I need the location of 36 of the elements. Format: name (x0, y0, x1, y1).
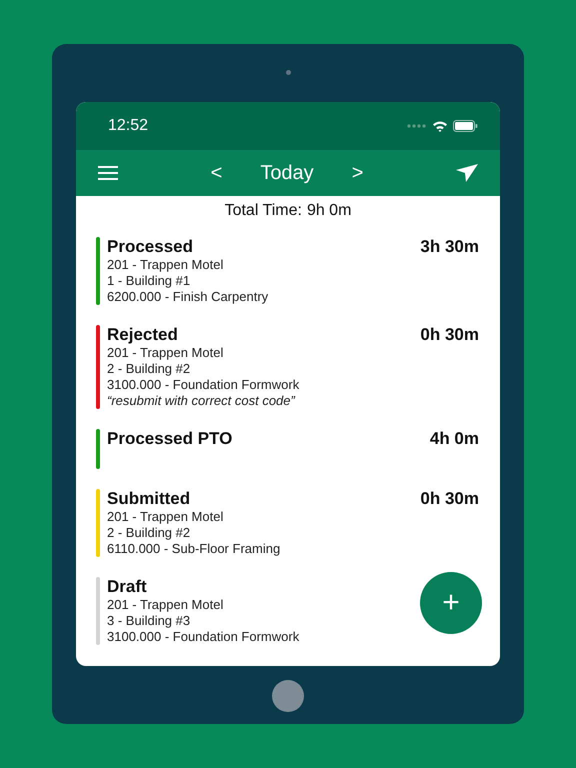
entry-detail: 201 - Trappen Motel (107, 597, 224, 613)
entry-status[interactable]: Draft (107, 577, 147, 597)
date-title: Today (260, 162, 314, 184)
camera-dot (286, 70, 290, 75)
next-day-button[interactable]: > (352, 162, 364, 184)
previous-day-button[interactable]: < (210, 162, 222, 184)
wifi-icon (432, 120, 448, 132)
entry-status[interactable]: Rejected (107, 325, 178, 345)
entry-detail: 6110.000 - Sub-Floor Framing (107, 541, 280, 557)
clock-time: 12:52 (108, 117, 150, 135)
entry-status[interactable]: Submitted (107, 489, 190, 509)
entry-note: “resubmit with correct cost code” (107, 393, 295, 409)
entry-detail: 6200.000 - Finish Carpentry (107, 289, 268, 305)
entry-detail: 1 - Building #1 (107, 273, 190, 289)
entry-duration: 4h 0m (430, 429, 479, 449)
entry-detail: 201 - Trappen Motel (107, 509, 224, 525)
entry-detail: 3100.000 - Foundation Formwork (107, 629, 300, 645)
entry-status[interactable]: Processed PTO (107, 429, 232, 449)
entry-duration: 0h 30m (420, 325, 479, 345)
entry-detail: 201 - Trappen Motel (107, 257, 224, 273)
total-time-value: 9h 0m (306, 202, 352, 220)
entry-detail: 2 - Building #2 (107, 525, 190, 541)
entry-detail: 201 - Trappen Motel (107, 345, 224, 361)
entry-duration: 3h 30m (420, 237, 479, 257)
home-button[interactable] (272, 680, 304, 712)
entry-detail: 3100.000 - Foundation Formwork (107, 377, 300, 393)
entry-detail: 2 - Building #2 (107, 361, 190, 377)
entry-status[interactable]: Processed (107, 237, 193, 257)
add-button[interactable]: + (420, 572, 482, 634)
signal-icon (407, 124, 427, 128)
menu-icon[interactable] (98, 166, 118, 180)
total-time-label: Total Time: (224, 202, 302, 220)
send-icon[interactable] (456, 164, 478, 182)
entry-duration: 0h 30m (420, 489, 479, 509)
battery-icon (453, 120, 478, 132)
entry-detail: 3 - Building #3 (107, 613, 190, 629)
